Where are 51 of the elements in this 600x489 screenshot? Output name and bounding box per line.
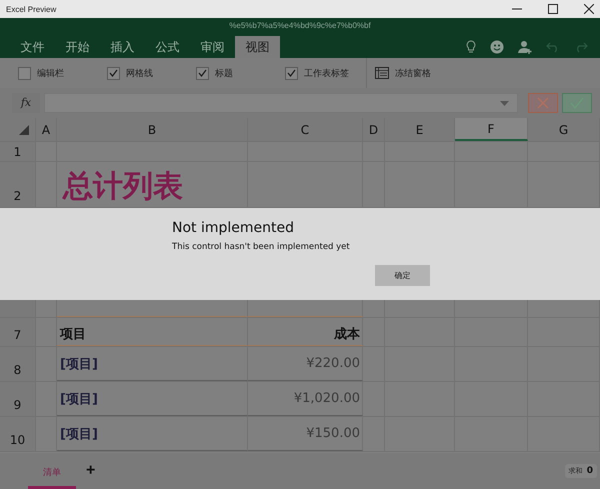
table-cell: [项目] <box>57 347 248 381</box>
formula-field[interactable] <box>44 93 518 113</box>
ribbon-tab[interactable]: 插入 <box>100 36 145 58</box>
checkbox-label: 工作表标签 <box>304 68 349 80</box>
freeze-panes-icon <box>375 67 389 79</box>
table-cell: [项目] <box>57 382 248 416</box>
ribbon-tab[interactable]: 开始 <box>55 36 100 58</box>
table-cell: ¥220.00 <box>248 347 363 381</box>
ribbon-tab[interactable]: 公式 <box>145 36 190 58</box>
table-cell: 成本 <box>248 318 363 346</box>
check-icon <box>198 69 207 77</box>
checkbox[interactable] <box>18 66 31 80</box>
ok-button[interactable]: 确定 <box>375 265 430 286</box>
freeze-panes-button[interactable]: 冻结窗格 <box>375 66 431 80</box>
sheet-tab[interactable]: 清单 <box>28 453 76 489</box>
cross-icon <box>537 97 549 109</box>
dialog-title: Not implemented <box>172 220 296 236</box>
document-title: %e5%b7%a5%e4%bd%9c%e7%b0%bf <box>228 20 372 32</box>
row-header[interactable]: 1 <box>0 142 36 161</box>
table-cell: 项目 <box>57 318 248 346</box>
row-header[interactable]: 9 <box>0 382 36 416</box>
check-icon <box>287 69 296 77</box>
column-header[interactable]: F <box>455 118 528 141</box>
ribbon-tab[interactable]: 文件 <box>10 36 55 58</box>
row-header[interactable]: 2 <box>0 162 36 207</box>
window-title: Excel Preview <box>6 4 56 14</box>
table-cell: 总计列表 <box>57 162 248 207</box>
checkbox-label: 网格线 <box>126 68 153 80</box>
checkbox-label: 标题 <box>215 68 233 80</box>
row-header[interactable]: 8 <box>0 347 36 381</box>
ribbon-tab[interactable]: 审阅 <box>190 36 235 58</box>
add-person-icon[interactable] <box>518 40 532 54</box>
select-all-icon[interactable] <box>19 125 29 135</box>
table-cell: [项目] <box>57 417 248 451</box>
checkbox[interactable] <box>107 66 120 80</box>
table-cell: ¥1,020.00 <box>248 382 363 416</box>
row-header[interactable]: 7 <box>0 318 36 346</box>
sum-value: 0 <box>586 466 593 476</box>
check-icon <box>109 69 118 77</box>
checkbox[interactable] <box>285 66 298 80</box>
ribbon-tab[interactable]: 视图 <box>235 36 280 58</box>
checkbox[interactable] <box>196 66 209 80</box>
dialog-message: This control hasn't been implemented yet <box>172 242 351 252</box>
row-header[interactable]: 10 <box>0 417 36 451</box>
close-icon[interactable] <box>584 4 594 14</box>
checkbox-label: 编辑栏 <box>37 68 64 80</box>
maximize-icon[interactable] <box>548 4 558 14</box>
lightbulb-icon[interactable] <box>466 40 476 54</box>
table-cell: ¥150.00 <box>248 417 363 451</box>
smiley-icon[interactable] <box>490 40 504 54</box>
add-sheet-button[interactable]: + <box>82 462 100 480</box>
